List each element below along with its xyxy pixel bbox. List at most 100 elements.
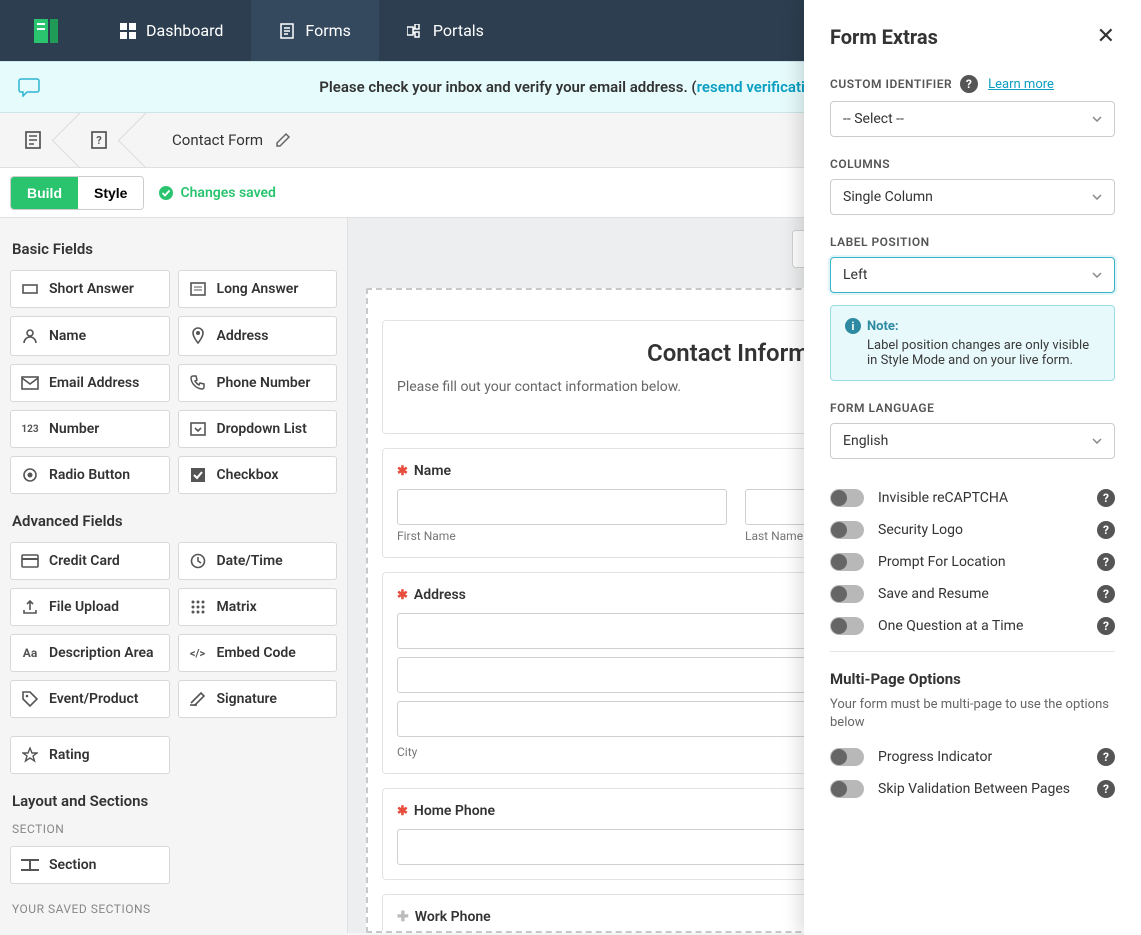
field-dropdown-list[interactable]: Dropdown List (178, 410, 338, 448)
field-label: Credit Card (49, 553, 120, 569)
toggle-skip-validation[interactable] (830, 780, 864, 798)
style-tab[interactable]: Style (78, 177, 143, 209)
help-icon[interactable]: ? (1097, 553, 1115, 571)
custom-identifier-select[interactable]: -- Select -- (830, 101, 1115, 137)
code-icon: </> (189, 647, 207, 660)
edit-pencil-icon[interactable] (275, 132, 291, 148)
toggle-progress-indicator[interactable] (830, 748, 864, 766)
field-label: Matrix (217, 599, 257, 615)
field-short-answer[interactable]: Short Answer (10, 270, 170, 308)
field-section[interactable]: Section (10, 846, 170, 884)
basic-fields-heading: Basic Fields (12, 240, 337, 258)
star-icon (21, 747, 39, 763)
first-name-input[interactable] (397, 489, 727, 525)
field-name[interactable]: Name (10, 316, 170, 356)
field-checkbox[interactable]: Checkbox (178, 456, 338, 494)
toggle-security-logo[interactable] (830, 521, 864, 539)
field-credit-card[interactable]: Credit Card (10, 542, 170, 580)
one-question-label: One Question at a Time (878, 618, 1083, 634)
chat-icon[interactable] (18, 77, 40, 97)
toggle-location[interactable] (830, 553, 864, 571)
build-tab[interactable]: Build (11, 177, 78, 209)
toggle-save-resume[interactable] (830, 585, 864, 603)
info-icon: i (845, 318, 861, 334)
clock-icon (189, 553, 207, 569)
resend-verification-link[interactable]: resend verification (697, 78, 822, 96)
nav-dashboard-label: Dashboard (146, 21, 223, 40)
checkmark-icon (158, 185, 174, 201)
save-resume-label: Save and Resume (878, 586, 1083, 602)
field-email-address[interactable]: Email Address (10, 364, 170, 402)
field-label: Rating (49, 747, 90, 763)
help-icon[interactable]: ? (1097, 617, 1115, 635)
portals-icon (407, 23, 425, 39)
help-icon[interactable]: ? (960, 75, 978, 93)
columns-select[interactable]: Single Column (830, 179, 1115, 215)
toggle-one-question[interactable] (830, 617, 864, 635)
form-name: Contact Form (172, 131, 263, 149)
breadcrumb-home[interactable] (0, 113, 66, 168)
chevron-down-icon (1092, 438, 1102, 444)
help-icon[interactable]: ? (1097, 748, 1115, 766)
nav-portals[interactable]: Portals (379, 0, 512, 61)
app-logo[interactable] (0, 0, 92, 61)
close-panel-button[interactable]: ✕ (1097, 24, 1115, 49)
field-address[interactable]: Address (178, 316, 338, 356)
skip-validation-label: Skip Validation Between Pages (878, 781, 1083, 797)
field-label: Short Answer (49, 281, 134, 297)
changes-saved-text: Changes saved (180, 185, 275, 201)
dashboard-icon (120, 23, 138, 39)
field-label: Dropdown List (217, 421, 307, 437)
breadcrumb-form-title: Contact Form (172, 131, 291, 149)
chevron-down-icon (1092, 272, 1102, 278)
field-file-upload[interactable]: File Upload (10, 588, 170, 626)
nav-forms[interactable]: Forms (251, 0, 379, 61)
help-icon[interactable]: ? (1097, 521, 1115, 539)
chevron-down-icon (1092, 116, 1102, 122)
field-label: Signature (217, 691, 277, 707)
long-icon (189, 282, 207, 296)
help-icon[interactable]: ? (1097, 780, 1115, 798)
field-label: Number (49, 421, 99, 437)
field-matrix[interactable]: Matrix (178, 588, 338, 626)
multi-page-title: Multi-Page Options (830, 670, 1115, 688)
field-signature[interactable]: Signature (178, 680, 338, 718)
required-icon: ✱ (397, 804, 408, 819)
field-date-time[interactable]: Date/Time (178, 542, 338, 580)
form-language-label: FORM LANGUAGE (830, 401, 1115, 415)
field-rating[interactable]: Rating (10, 736, 170, 774)
form-language-select[interactable]: English (830, 423, 1115, 459)
field-radio-button[interactable]: Radio Button (10, 456, 170, 494)
upload-icon (21, 599, 39, 615)
field-long-answer[interactable]: Long Answer (178, 270, 338, 308)
tag-icon (21, 691, 39, 707)
help-icon[interactable]: ? (1097, 585, 1115, 603)
security-logo-label: Security Logo (878, 522, 1083, 538)
user-icon (21, 328, 39, 344)
first-name-sublabel: First Name (397, 529, 727, 543)
name-label: Name (414, 463, 451, 479)
home-phone-label: Home Phone (414, 803, 495, 819)
recaptcha-label: Invisible reCAPTCHA (878, 490, 1083, 506)
field-number[interactable]: 123 Number (10, 410, 170, 448)
location-label: Prompt For Location (878, 554, 1083, 570)
toggle-recaptcha[interactable] (830, 489, 864, 507)
label-position-select[interactable]: Left (830, 257, 1115, 293)
field-section-label: Section (49, 857, 96, 873)
field-label: Long Answer (217, 281, 299, 297)
field-embed-code[interactable]: </>Embed Code (178, 634, 338, 672)
address-label: Address (414, 587, 466, 603)
card-icon (21, 554, 39, 568)
num-icon: 123 (21, 424, 39, 435)
field-phone-number[interactable]: Phone Number (178, 364, 338, 402)
field-label: Checkbox (217, 467, 279, 483)
matrix-icon (189, 599, 207, 615)
optional-icon: ✚ (397, 909, 409, 925)
nav-dashboard[interactable]: Dashboard (92, 0, 251, 61)
field-description-area[interactable]: AaDescription Area (10, 634, 170, 672)
required-icon: ✱ (397, 464, 408, 479)
learn-more-link[interactable]: Learn more (988, 77, 1054, 92)
label-position-note: iNote: Label position changes are only v… (830, 305, 1115, 381)
help-icon[interactable]: ? (1097, 489, 1115, 507)
field-event-product[interactable]: Event/Product (10, 680, 170, 718)
